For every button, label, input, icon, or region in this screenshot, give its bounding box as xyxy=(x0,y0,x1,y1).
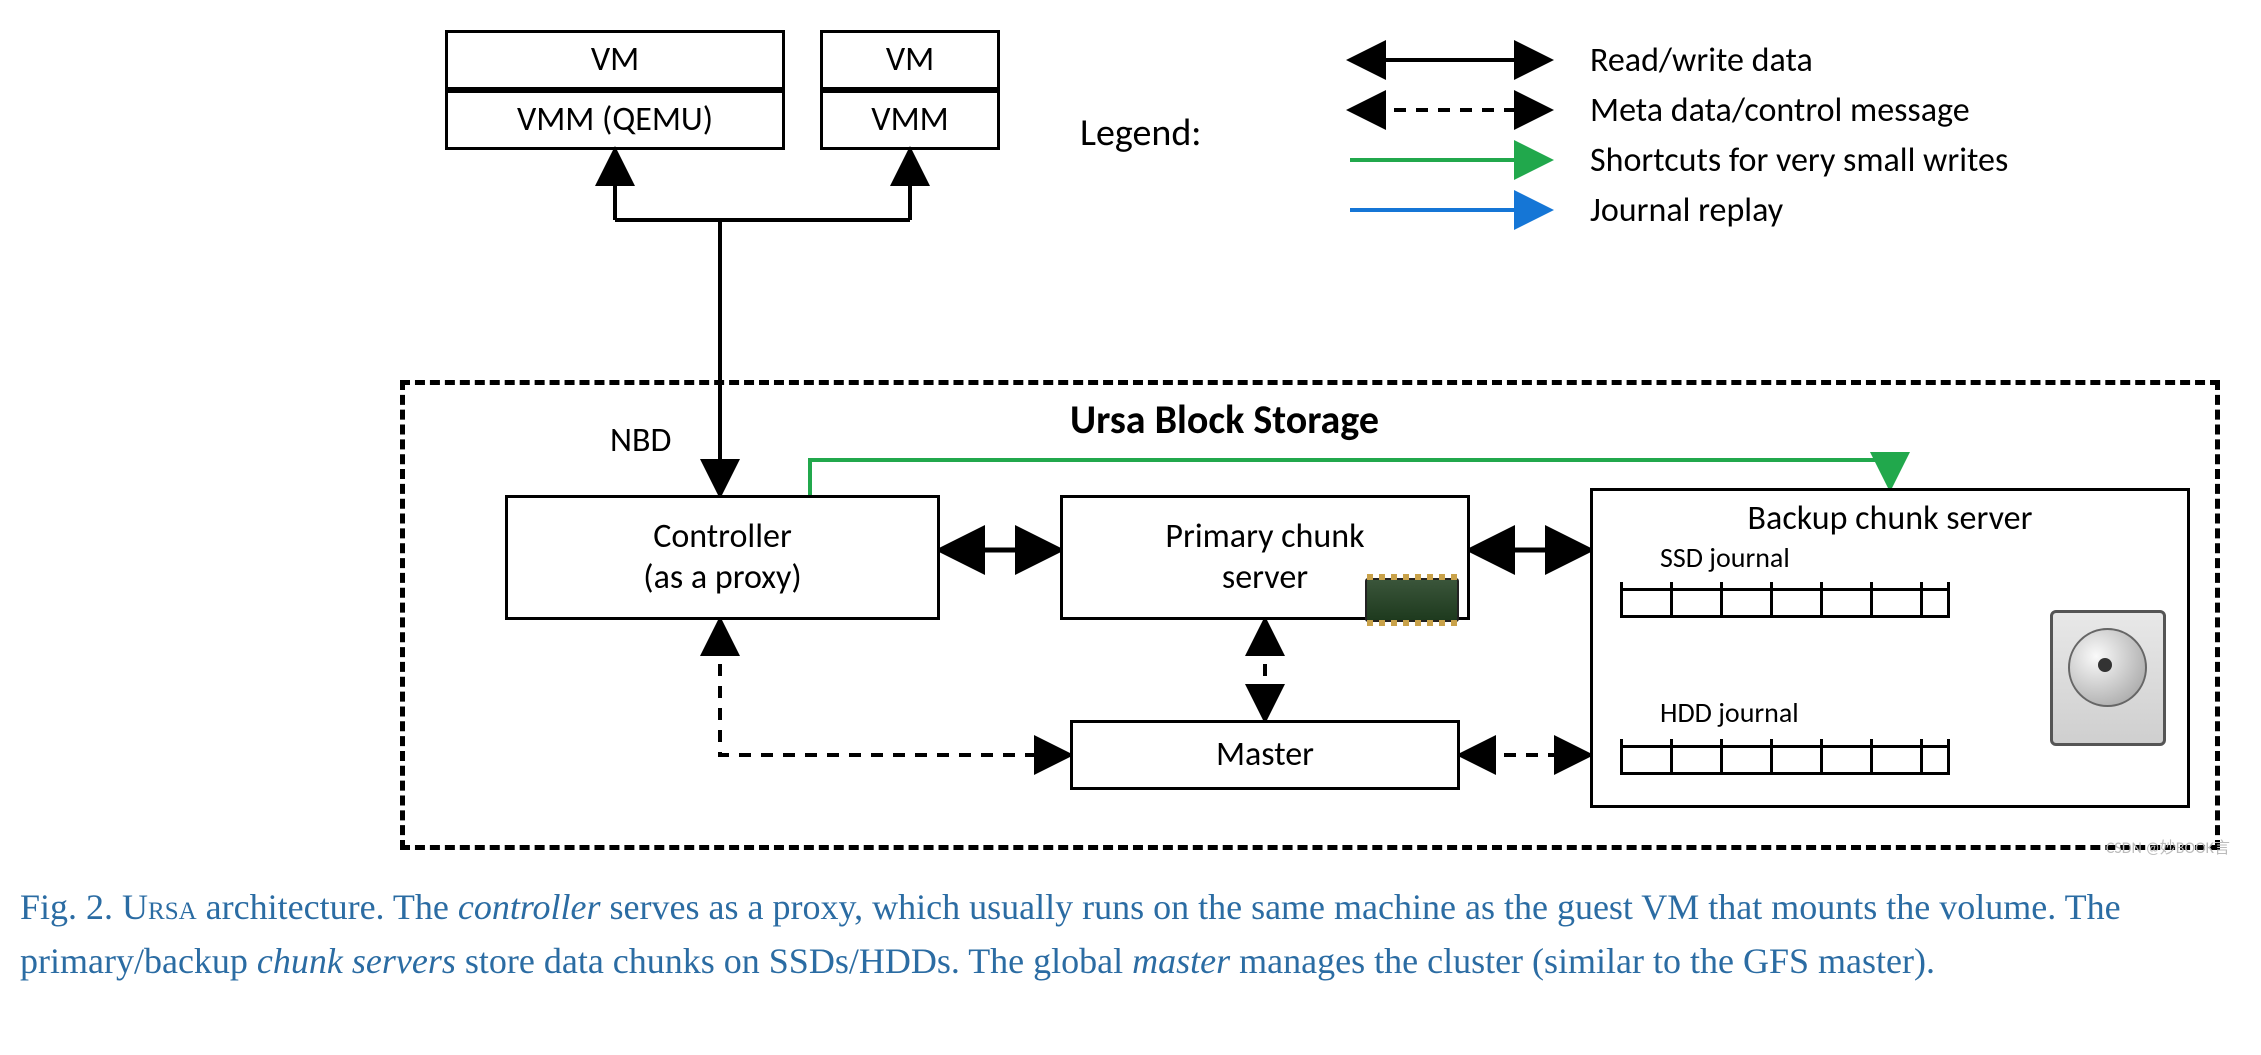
legend-item-2: Shortcuts for very small writes xyxy=(1590,140,2008,181)
backup-title: Backup chunk server xyxy=(1605,499,2175,540)
figure-caption: Fig. 2. Ursa architecture. The controlle… xyxy=(20,880,2220,988)
cap-master: master xyxy=(1132,941,1230,981)
cap-controller: controller xyxy=(458,887,601,927)
controller-box: Controller (as a proxy) xyxy=(505,495,940,620)
cap-seg3: store data chunks on SSDs/HDDs. The glob… xyxy=(456,941,1132,981)
vm1-bottom-label: VMM (QEMU) xyxy=(517,100,713,141)
master-box: Master xyxy=(1070,720,1460,790)
vm1-top-box: VM xyxy=(445,30,785,90)
vm2-bottom-label: VMM xyxy=(871,100,948,141)
vm2-bottom-box: VMM xyxy=(820,90,1000,150)
vm1-top-label: VM xyxy=(591,40,639,81)
controller-line2: (as a proxy) xyxy=(643,558,801,599)
legend-label: Legend: xyxy=(1080,110,1201,156)
vm2-top-label: VM xyxy=(886,40,934,81)
cap-ursa: Ursa xyxy=(122,887,197,927)
primary-line2: server xyxy=(1222,558,1308,599)
cap-seg1: architecture. The xyxy=(197,887,458,927)
nbd-label: NBD xyxy=(610,420,671,461)
hdd-journal-label: HDD journal xyxy=(1660,695,1799,730)
hdd-journal-track xyxy=(1620,735,1950,775)
master-label: Master xyxy=(1216,735,1314,776)
hdd-icon xyxy=(2050,610,2166,746)
controller-line1: Controller xyxy=(653,517,792,558)
ssd-chip-icon xyxy=(1365,578,1459,622)
cap-prefix: Fig. 2. xyxy=(20,887,122,927)
legend-item-0: Read/write data xyxy=(1590,40,1813,81)
ursa-title: Ursa Block Storage xyxy=(1070,395,1379,444)
primary-line1: Primary chunk xyxy=(1165,517,1364,558)
cap-chunkservers: chunk servers xyxy=(257,941,456,981)
diagram-canvas: VM VMM (QEMU) VM VMM Legend: xyxy=(20,20,2240,860)
legend-item-1: Meta data/control message xyxy=(1590,90,1970,131)
ssd-journal-label: SSD journal xyxy=(1660,540,1790,575)
ssd-journal-track xyxy=(1620,578,1950,618)
watermark: CSDN @妙BOOK言 xyxy=(2106,834,2230,858)
vm2-top-box: VM xyxy=(820,30,1000,90)
cap-seg4: manages the cluster (similar to the GFS … xyxy=(1230,941,1935,981)
legend-item-3: Journal replay xyxy=(1590,190,1783,231)
vm1-bottom-box: VMM (QEMU) xyxy=(445,90,785,150)
